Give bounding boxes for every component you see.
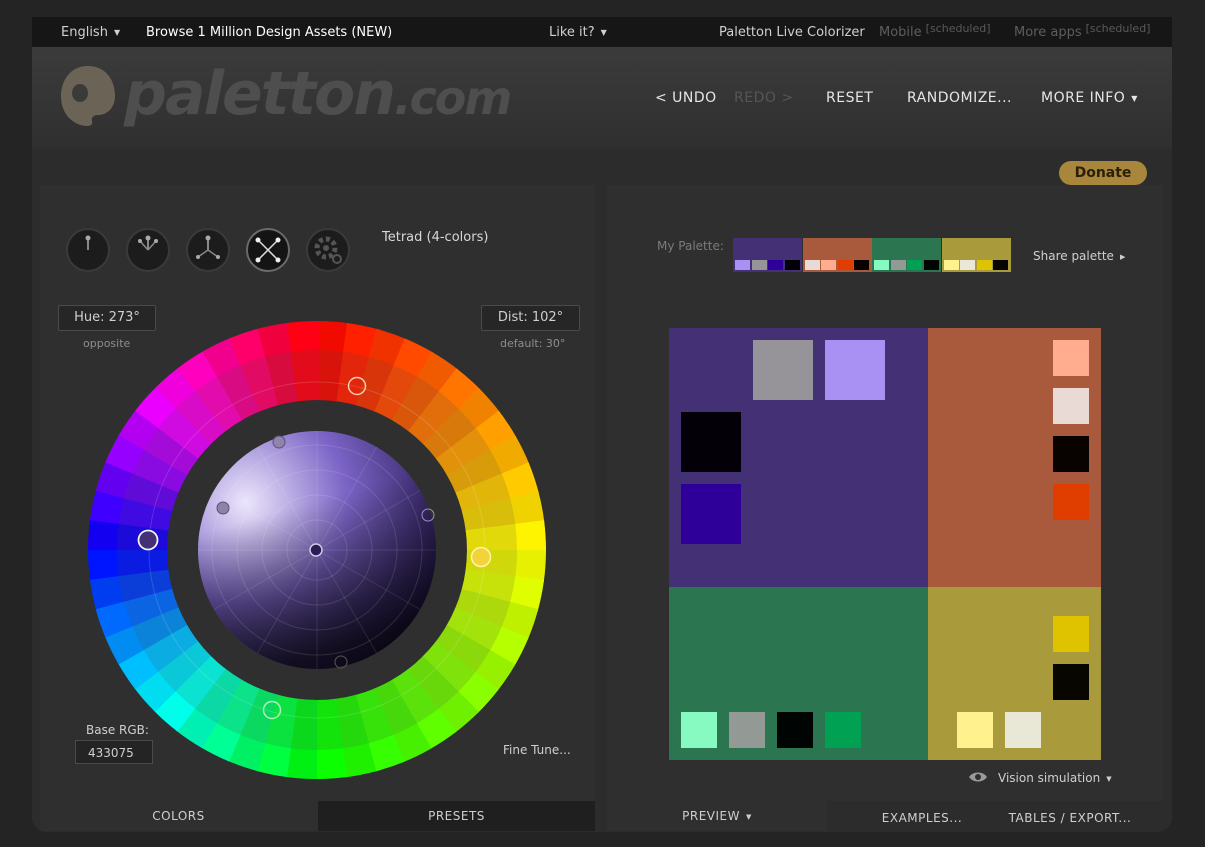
palette-shade-swatch[interactable] — [890, 260, 906, 270]
palette-group[interactable] — [872, 238, 941, 272]
tab-preview[interactable]: PREVIEW ▼ — [607, 801, 827, 831]
color-wheel[interactable] — [88, 321, 546, 779]
more-info-menu[interactable]: MORE INFO ▼ — [1041, 90, 1138, 106]
palette-group[interactable] — [802, 238, 872, 272]
palette-shade-swatch[interactable] — [768, 260, 783, 270]
more-apps-label: More apps — [1014, 25, 1082, 40]
caret-down-icon: ▼ — [600, 28, 607, 37]
palette-main-swatch[interactable] — [872, 238, 941, 258]
randomize-button[interactable]: RANDOMIZE... — [907, 90, 1012, 106]
palette-shade-swatch[interactable] — [993, 260, 1008, 270]
palette-shade-swatch[interactable] — [837, 260, 853, 270]
scheduled-tag: [scheduled] — [925, 22, 991, 35]
logo-suffix: .com — [394, 71, 512, 125]
palette-group[interactable] — [941, 238, 1011, 272]
scheme-name: Tetrad (4-colors) — [382, 230, 489, 245]
preview-swatch[interactable] — [1053, 340, 1089, 376]
preview-swatch[interactable] — [1053, 436, 1089, 472]
shade-handle[interactable] — [216, 501, 230, 515]
preview-swatch[interactable] — [1053, 484, 1089, 520]
more-apps-link: More apps [scheduled] — [1014, 22, 1151, 40]
caret-down-icon: ▼ — [1106, 775, 1112, 783]
free-scheme-icon[interactable] — [306, 228, 350, 272]
tab-presets[interactable]: PRESETS — [318, 801, 595, 831]
preview-swatch[interactable] — [957, 712, 993, 748]
like-it-menu[interactable]: Like it? ▼ — [549, 25, 607, 40]
header: paletton.com < UNDO REDO > RESET RANDOMI… — [32, 47, 1172, 149]
fine-tune-button[interactable]: Fine Tune... — [503, 743, 571, 757]
palette-shade-swatch[interactable] — [804, 260, 820, 270]
language-selector[interactable]: English ▼ — [61, 25, 120, 40]
palette-shade-swatch[interactable] — [821, 260, 836, 270]
live-colorizer-link[interactable]: Paletton Live Colorizer — [719, 25, 865, 40]
preview-swatch[interactable] — [1053, 388, 1089, 424]
palette-shade-swatch[interactable] — [907, 260, 922, 270]
caret-down-icon: ▼ — [1131, 94, 1138, 103]
language-label: English — [61, 25, 108, 40]
caret-down-icon: ▼ — [113, 28, 121, 37]
mobile-label: Mobile — [879, 25, 922, 40]
tab-examples[interactable]: EXAMPLES... — [860, 803, 984, 833]
palette-shade-swatch[interactable] — [751, 260, 767, 270]
adjacent-scheme-icon[interactable] — [126, 228, 170, 272]
triad-scheme-icon[interactable] — [186, 228, 230, 272]
base-rgb-label: Base RGB: — [86, 723, 149, 737]
preview-swatch[interactable] — [777, 712, 813, 748]
vision-label: Vision simulation — [998, 771, 1101, 785]
preview-swatch[interactable] — [681, 412, 741, 472]
palette-main-swatch[interactable] — [941, 238, 1011, 258]
preview-swatch[interactable] — [729, 712, 765, 748]
tab-preview-label: PREVIEW — [682, 809, 740, 823]
preview-swatch[interactable] — [825, 340, 885, 400]
vision-simulation-menu[interactable]: Vision simulation ▼ — [998, 771, 1112, 785]
assets-link[interactable]: Browse 1 Million Design Assets (NEW) — [146, 25, 392, 40]
shade-handle[interactable] — [272, 435, 286, 449]
preview-swatch[interactable] — [1005, 712, 1041, 748]
palette-shade-swatch[interactable] — [943, 260, 959, 270]
preview-swatch[interactable] — [681, 712, 717, 748]
tab-tables-export[interactable]: TABLES / EXPORT... — [1006, 803, 1134, 833]
logo-wordmark: paletton — [124, 59, 396, 129]
palette-shade-swatch[interactable] — [874, 260, 889, 270]
tab-colors[interactable]: COLORS — [40, 801, 317, 831]
preview-swatch[interactable] — [753, 340, 813, 400]
preview-swatch[interactable] — [681, 484, 741, 544]
logo-text[interactable]: paletton.com — [124, 59, 512, 129]
palette-main-swatch[interactable] — [733, 238, 802, 258]
base-hue-handle[interactable] — [137, 529, 159, 551]
palette-shade-swatch[interactable] — [784, 260, 800, 270]
like-it-label: Like it? — [549, 25, 595, 40]
palette-shade-swatch[interactable] — [960, 260, 975, 270]
palette-group[interactable] — [733, 238, 802, 272]
my-palette-label: My Palette: — [657, 239, 724, 253]
mobile-link: Mobile [scheduled] — [879, 22, 991, 40]
preview-swatch[interactable] — [1053, 616, 1089, 652]
palette-logo-icon[interactable] — [58, 63, 118, 129]
mono-scheme-icon[interactable] — [66, 228, 110, 272]
redo-button[interactable]: REDO > — [734, 90, 794, 106]
undo-button[interactable]: < UNDO — [655, 90, 717, 106]
donate-button[interactable]: Donate — [1059, 161, 1147, 185]
center-handle[interactable] — [309, 543, 323, 557]
reset-button[interactable]: RESET — [826, 90, 873, 106]
preview-swatch[interactable] — [825, 712, 861, 748]
eye-icon — [969, 772, 987, 782]
tetrad-scheme-icon[interactable] — [246, 228, 290, 272]
base-rgb-input[interactable]: 433075 — [75, 740, 153, 764]
preview-swatch[interactable] — [1053, 664, 1089, 700]
palette-main-swatch[interactable] — [802, 238, 872, 258]
scheduled-tag: [scheduled] — [1085, 22, 1151, 35]
palette-shade-swatch[interactable] — [735, 260, 750, 270]
palette-shade-swatch[interactable] — [854, 260, 869, 270]
more-info-label: MORE INFO — [1041, 90, 1126, 106]
palette-shade-swatch[interactable] — [923, 260, 939, 270]
caret-down-icon: ▼ — [745, 813, 752, 821]
tertiary-hue-handle[interactable] — [470, 546, 492, 568]
caret-right-icon: ▶ — [1119, 253, 1126, 261]
palette-shade-swatch[interactable] — [976, 260, 992, 270]
share-palette-button[interactable]: Share palette ▶ — [1033, 249, 1125, 263]
share-label: Share palette — [1033, 249, 1114, 263]
